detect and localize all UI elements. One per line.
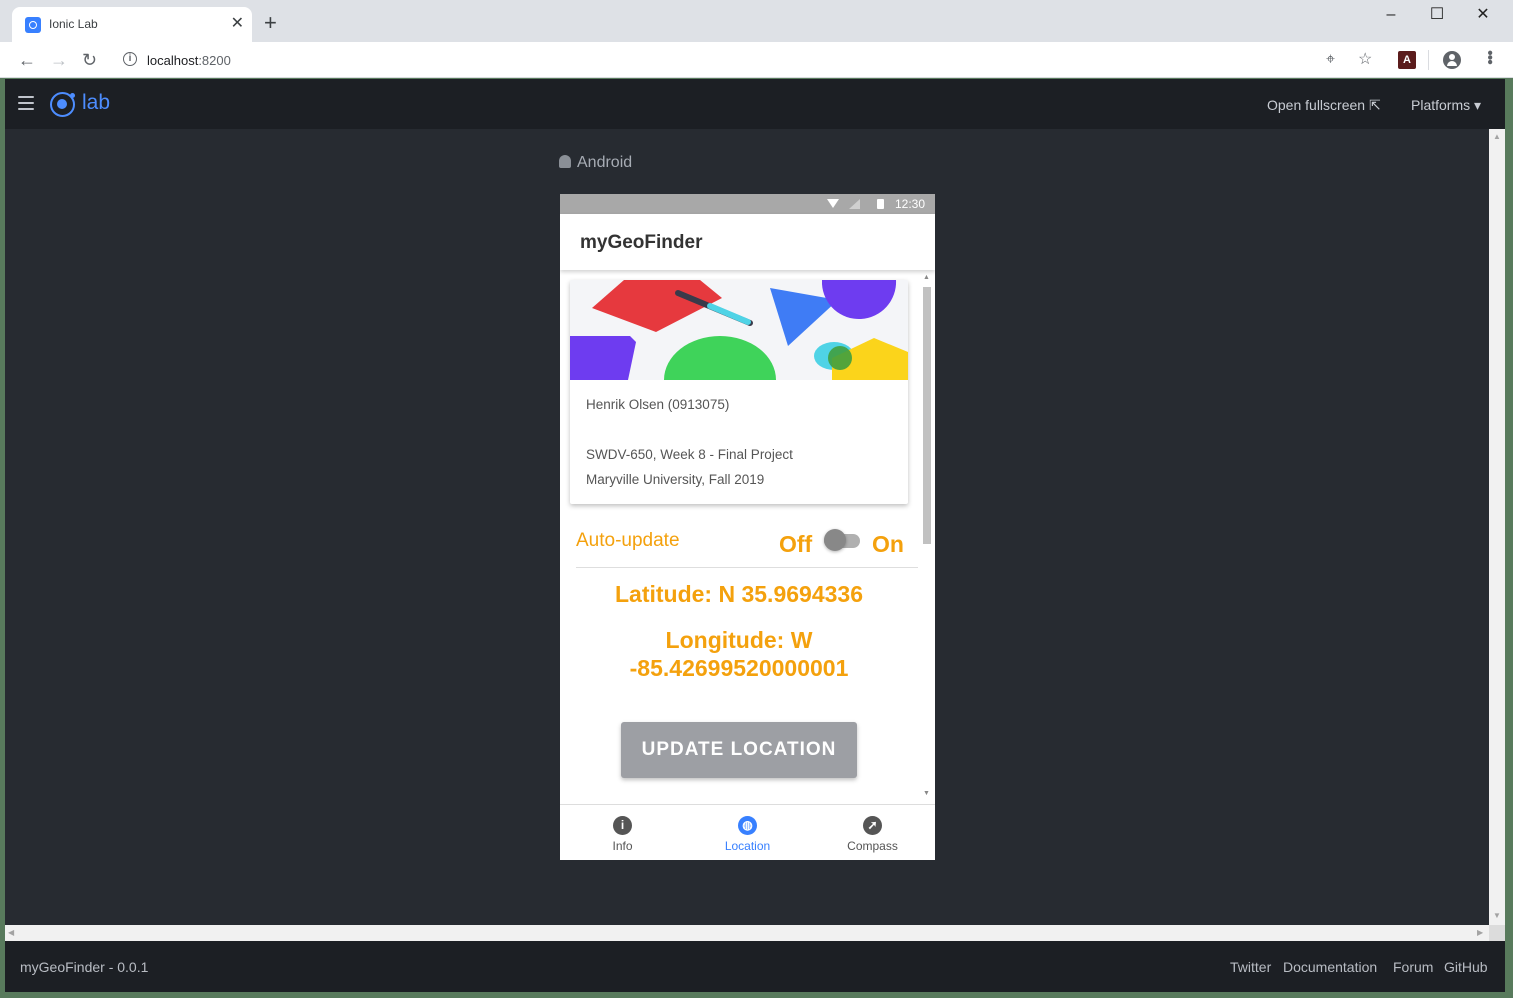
open-fullscreen-link[interactable]: Open fullscreen ⇱: [1267, 97, 1381, 114]
app-scroll-up-icon[interactable]: ▲: [923, 274, 930, 281]
globe-icon: ◍: [738, 816, 757, 835]
external-link-icon: ⇱: [1368, 97, 1381, 113]
ionic-logo-icon: [50, 92, 75, 117]
wifi-icon: [827, 199, 839, 208]
browser-tab[interactable]: Ionic Lab ✕: [12, 7, 252, 42]
scroll-left-icon[interactable]: ◀: [8, 928, 14, 937]
auto-update-label: Auto-update: [576, 530, 680, 551]
bookmark-star-icon[interactable]: ☆: [1358, 51, 1372, 69]
card-author: Henrik Olsen (0913075): [586, 397, 730, 412]
scroll-up-icon[interactable]: ▲: [1493, 132, 1501, 141]
card-header-image: [570, 280, 908, 380]
ionic-favicon-icon: [25, 17, 41, 33]
latitude-text: Latitude: N 35.9694336: [614, 581, 863, 607]
lab-logo-text: lab: [82, 91, 111, 114]
auto-update-row: Auto-update Off On: [576, 528, 918, 568]
vertical-scrollbar[interactable]: ▲ ▼: [1489, 129, 1505, 925]
signal-icon: [849, 199, 860, 209]
lab-header: lab Open fullscreen ⇱ Platforms ▾: [5, 79, 1505, 129]
profile-avatar-icon[interactable]: [1443, 51, 1461, 69]
app-toolbar: myGeoFinder: [560, 214, 935, 270]
toggle-off-label: Off: [779, 531, 813, 557]
compass-icon: ➚: [863, 816, 882, 835]
toggle-knob[interactable]: [824, 529, 846, 551]
status-time: 12:30: [895, 197, 926, 211]
pdf-extension-icon[interactable]: A: [1398, 51, 1416, 69]
minimize-icon[interactable]: –: [1368, 4, 1414, 26]
footer-app-version: myGeoFinder - 0.0.1: [20, 959, 149, 975]
tab-compass-label: Compass: [847, 839, 898, 853]
update-location-button[interactable]: UPDATE LOCATION: [621, 722, 857, 778]
footer-link-twitter[interactable]: Twitter: [1230, 959, 1271, 975]
maximize-icon[interactable]: ☐: [1414, 4, 1460, 26]
battery-icon: [877, 199, 884, 209]
footer-link-forum[interactable]: Forum: [1393, 959, 1433, 975]
hamburger-menu-icon[interactable]: [18, 96, 34, 110]
scroll-right-icon[interactable]: ▶: [1477, 928, 1483, 937]
longitude-label: Longitude: W: [665, 627, 813, 653]
browser-tab-strip: Ionic Lab ✕ + – ☐ ✕: [0, 0, 1513, 42]
footer-link-documentation[interactable]: Documentation: [1283, 959, 1377, 975]
app-scrollbar-thumb[interactable]: [923, 287, 931, 544]
device-status-bar: 12:30: [560, 194, 935, 214]
new-tab-icon[interactable]: +: [264, 12, 277, 34]
url-text[interactable]: localhost:8200: [147, 53, 231, 68]
reload-icon[interactable]: ↻: [82, 49, 97, 71]
lab-footer: myGeoFinder - 0.0.1 Twitter Documentatio…: [5, 941, 1505, 992]
caret-down-icon: ▾: [1474, 97, 1482, 113]
location-icon[interactable]: ⌖: [1326, 51, 1335, 69]
back-icon[interactable]: ←: [18, 49, 36, 71]
card-school: Maryville University, Fall 2019: [586, 472, 765, 487]
browser-menu-icon[interactable]: •••: [1479, 50, 1499, 64]
toggle-on-label: On: [872, 531, 904, 557]
tab-location[interactable]: ◍ Location: [685, 805, 810, 860]
browser-tab-title: Ionic Lab: [49, 17, 98, 31]
browser-toolbar: ← → ↻ i localhost:8200 ⌖ ☆: [0, 42, 1513, 78]
forward-icon[interactable]: →: [50, 49, 68, 71]
scrollbar-corner: [1489, 925, 1505, 941]
toolbar-divider: [1428, 50, 1429, 70]
platforms-dropdown[interactable]: Platforms ▾: [1411, 97, 1481, 114]
tab-info[interactable]: i Info: [560, 805, 685, 860]
android-icon: [559, 155, 571, 168]
longitude-value: -85.42699520000001: [629, 655, 849, 681]
site-info-icon[interactable]: i: [123, 52, 137, 66]
tab-compass[interactable]: ➚ Compass: [810, 805, 935, 860]
profile-card: Henrik Olsen (0913075) SWDV-650, Week 8 …: [570, 280, 908, 504]
address-bar[interactable]: i localhost:8200: [116, 45, 1392, 75]
app-title: myGeoFinder: [580, 232, 703, 253]
close-tab-icon[interactable]: ✕: [231, 14, 244, 34]
horizontal-scrollbar[interactable]: ◀ ▶: [5, 925, 1489, 941]
bottom-tab-bar: i Info ◍ Location ➚ Compass: [560, 804, 935, 860]
tab-info-label: Info: [612, 839, 633, 853]
card-course: SWDV-650, Week 8 - Final Project: [586, 447, 793, 462]
platform-label: Android: [559, 154, 632, 172]
window-close-icon[interactable]: ✕: [1460, 4, 1506, 26]
scroll-down-icon[interactable]: ▼: [1493, 911, 1501, 920]
info-icon: i: [613, 816, 632, 835]
footer-link-github[interactable]: GitHub: [1444, 959, 1488, 975]
app-content[interactable]: Henrik Olsen (0913075) SWDV-650, Week 8 …: [560, 270, 935, 804]
tab-location-label: Location: [724, 839, 771, 853]
android-device-preview: 12:30 myGeoFinder Henrik Olsen (0913075)…: [560, 194, 935, 860]
app-scroll-down-icon[interactable]: ▼: [923, 790, 930, 797]
